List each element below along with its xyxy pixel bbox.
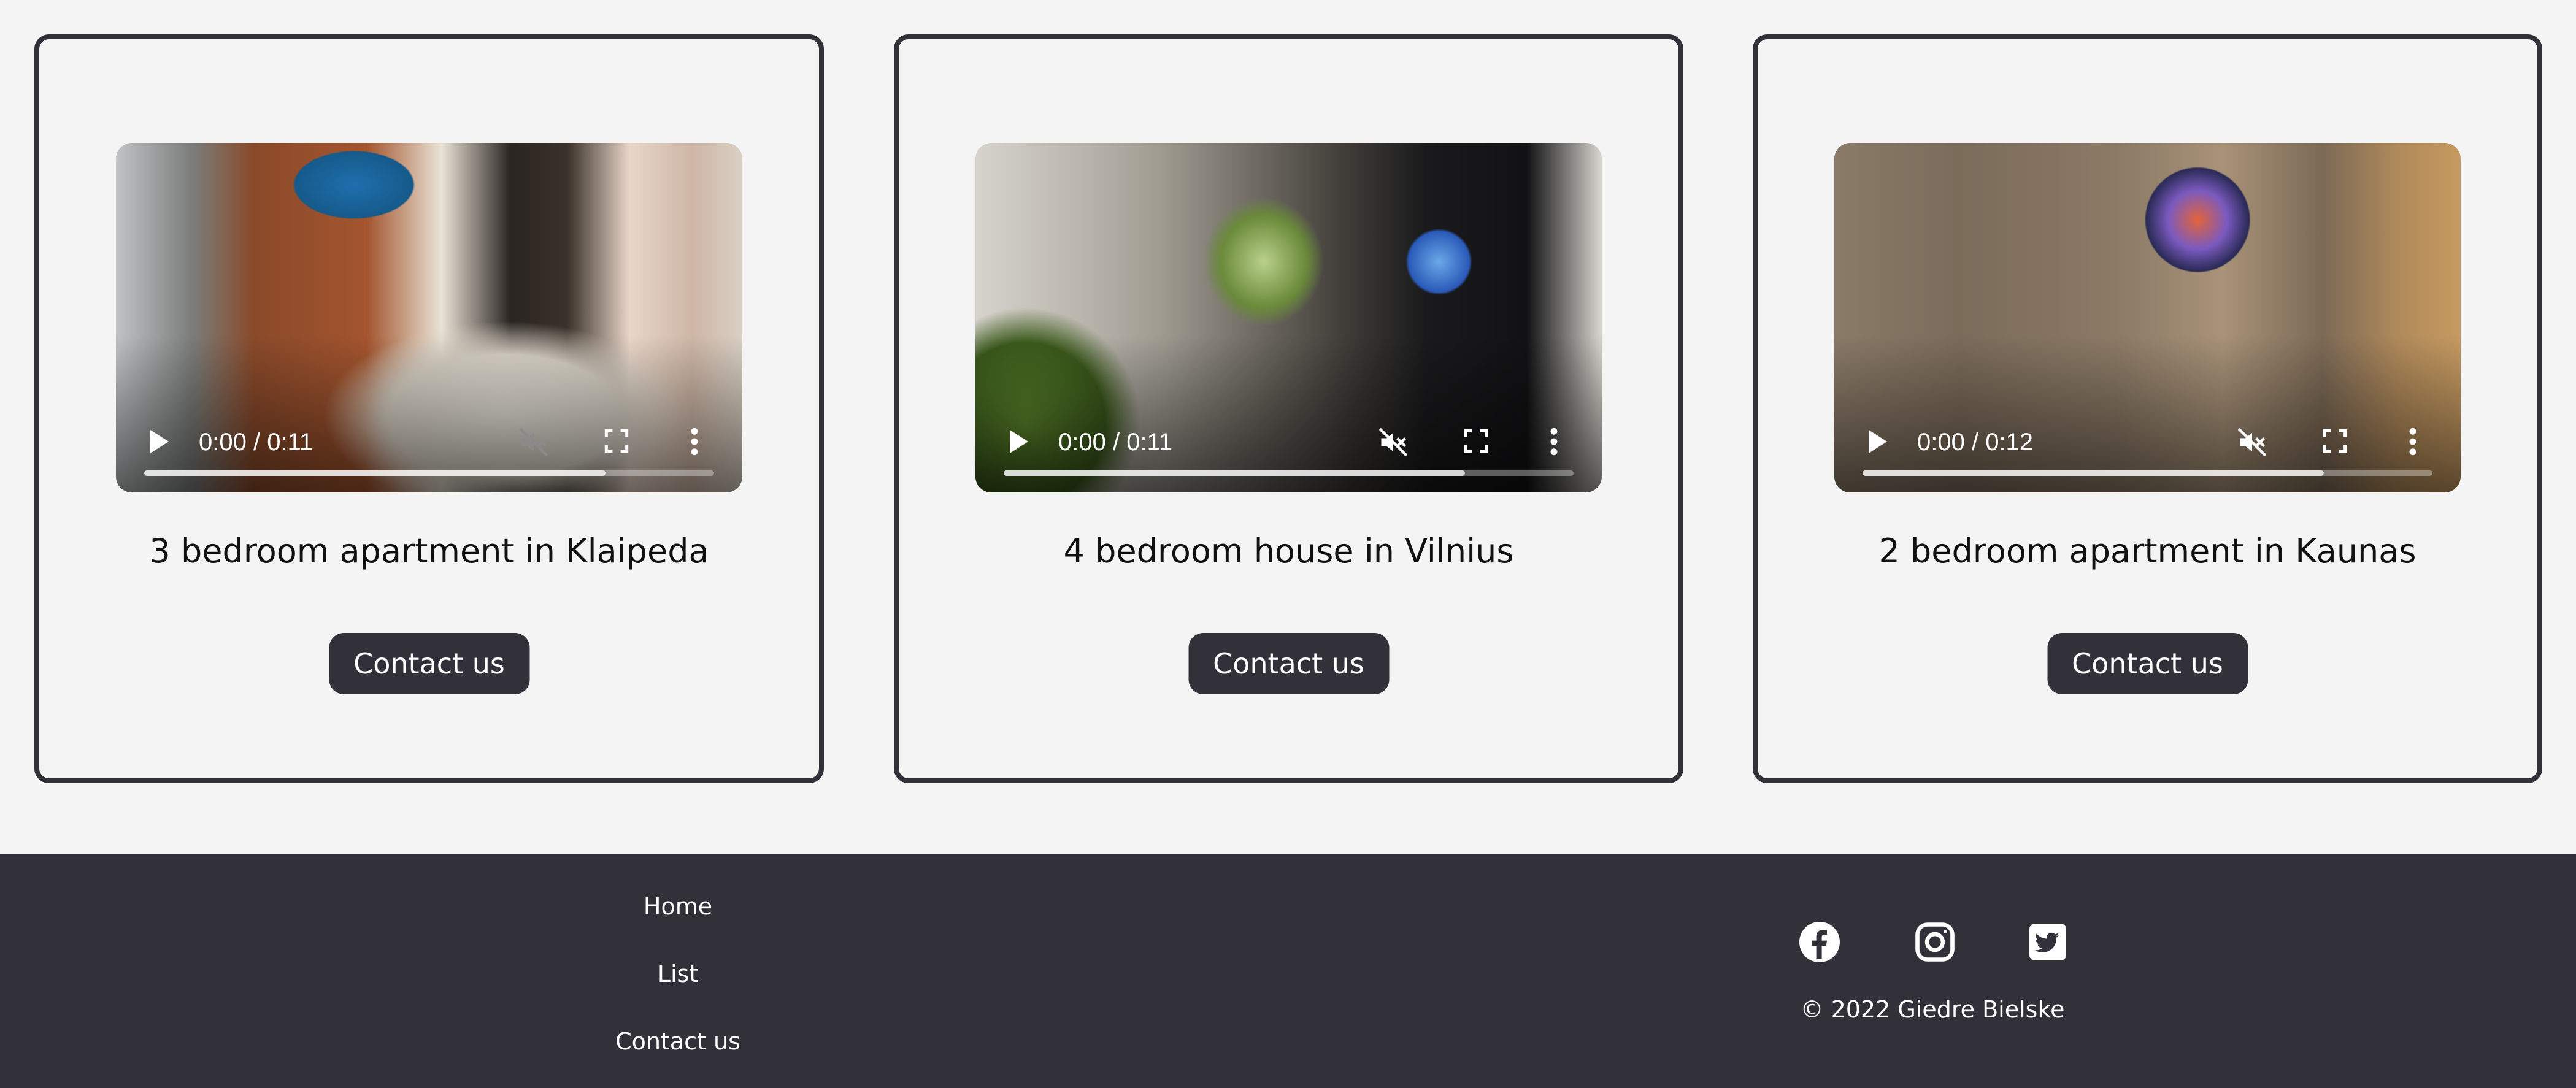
more-options-icon[interactable] — [690, 427, 699, 456]
contact-us-button[interactable]: Contact us — [1188, 633, 1389, 694]
video-progress-bar[interactable] — [1863, 470, 2432, 476]
muted-volume-icon[interactable] — [1377, 426, 1409, 458]
video-controls: 0:00 / 0:11 — [975, 388, 1602, 492]
listing-card: 0:00 / 0:11 3 bedroom apartment in Klaip… — [34, 34, 824, 783]
play-icon[interactable] — [1010, 430, 1028, 453]
more-options-icon[interactable] — [1549, 427, 1559, 456]
video-controls: 0:00 / 0:11 — [116, 388, 742, 492]
fullscreen-icon[interactable] — [1464, 429, 1488, 453]
video-time: 0:00 / 0:12 — [1917, 429, 2034, 456]
listings-section: 0:00 / 0:11 3 bedroom apartment in Klaip… — [0, 0, 2576, 854]
listing-title: 4 bedroom house in Vilnius — [1063, 532, 1514, 570]
video-time: 0:00 / 0:11 — [199, 429, 313, 456]
contact-us-button[interactable]: Contact us — [329, 633, 529, 694]
muted-volume-icon[interactable] — [2236, 426, 2268, 458]
play-icon[interactable] — [150, 430, 169, 453]
listing-card: 0:00 / 0:11 4 bedroom house in Vilnius C… — [894, 34, 1683, 783]
play-icon[interactable] — [1869, 430, 1887, 453]
more-options-icon[interactable] — [2408, 427, 2418, 456]
muted-volume-icon[interactable] — [518, 426, 550, 458]
footer-link-contact[interactable]: Contact us — [555, 1026, 801, 1057]
video-buffer-fill — [1004, 470, 1466, 476]
twitter-icon[interactable] — [2026, 920, 2070, 964]
video-player[interactable]: 0:00 / 0:12 — [1834, 143, 2461, 492]
video-player[interactable]: 0:00 / 0:11 — [116, 143, 742, 492]
video-player[interactable]: 0:00 / 0:11 — [975, 143, 1602, 492]
video-progress-bar[interactable] — [1004, 470, 1574, 476]
video-progress-bar[interactable] — [144, 470, 714, 476]
fullscreen-icon[interactable] — [604, 429, 629, 453]
listing-title: 2 bedroom apartment in Kaunas — [1878, 532, 2416, 570]
footer-link-list[interactable]: List — [555, 959, 801, 989]
video-time: 0:00 / 0:11 — [1058, 429, 1173, 456]
listing-card: 0:00 / 0:12 2 bedroom apartment in Kauna… — [1753, 34, 2542, 783]
video-buffer-fill — [1863, 470, 2324, 476]
contact-us-button[interactable]: Contact us — [2047, 633, 2248, 694]
site-footer: Home List Contact us © 2022 Giedre Biels… — [0, 854, 2576, 1088]
listing-title: 3 bedroom apartment in Klaipeda — [149, 532, 709, 570]
facebook-icon[interactable] — [1797, 920, 1842, 964]
fullscreen-icon[interactable] — [2323, 429, 2347, 453]
copyright-text: © 2022 Giedre Bielske — [1800, 996, 2065, 1023]
footer-link-home[interactable]: Home — [555, 891, 801, 922]
video-buffer-fill — [144, 470, 606, 476]
video-controls: 0:00 / 0:12 — [1834, 388, 2461, 492]
instagram-icon[interactable] — [1913, 920, 1957, 964]
